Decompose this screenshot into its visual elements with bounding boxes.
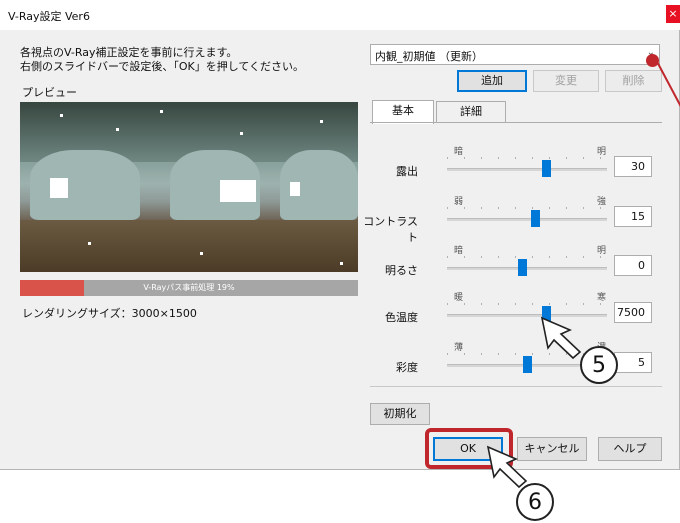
slider-thumb[interactable] — [523, 356, 532, 373]
tab-divider — [370, 122, 662, 123]
slider-label: コントラスト — [363, 215, 418, 244]
callout-step-5: 5 — [580, 346, 618, 384]
slider-label: 色温度 — [385, 311, 418, 324]
slider-thumb[interactable] — [531, 210, 540, 227]
preview-label: プレビュー — [22, 86, 77, 99]
preset-dropdown[interactable]: 内観_初期値 （更新） ⌄ — [370, 44, 660, 65]
preset-selected-value: 内観_初期値 （更新） — [375, 50, 483, 63]
slider-min-label: 弱 — [454, 197, 464, 207]
title-bar: V-Ray設定 Ver6 × — [0, 0, 680, 30]
slider-max-label: 寒 — [597, 293, 607, 303]
slider-min-label: 暗 — [454, 147, 464, 157]
slider-value-field[interactable]: 15 — [614, 206, 652, 227]
add-preset-button[interactable]: 追加 — [457, 70, 527, 92]
change-preset-button[interactable]: 変更 — [533, 70, 599, 92]
slider-value-field[interactable]: 7500 — [614, 302, 652, 323]
slider-ticks — [447, 303, 607, 305]
slider-ticks — [447, 207, 607, 209]
reset-button[interactable]: 初期化 — [370, 403, 430, 425]
slider-min-label: 暗 — [454, 246, 464, 256]
slider-thumb[interactable] — [518, 259, 528, 276]
slider-min-label: 薄 — [454, 343, 464, 353]
callout-step-6: 6 — [516, 483, 554, 521]
slider-value-field[interactable]: 5 — [614, 352, 652, 373]
slider-min-label: 暖 — [454, 293, 464, 303]
window-title: V-Ray設定 Ver6 — [8, 10, 90, 23]
slider-ticks — [447, 256, 607, 258]
tab-basic[interactable]: 基本 — [372, 100, 434, 124]
render-progress-bar: V-Rayパス事前処理 19% — [20, 280, 358, 296]
slider-max-label: 明 — [597, 246, 607, 256]
help-button[interactable]: ヘルプ — [598, 437, 662, 461]
hint-line-2: 右側のスライドバーで設定後、「OK」を押してください。 — [20, 60, 305, 73]
vray-settings-dialog: V-Ray設定 Ver6 × 各視点のV-Ray補正設定を事前に行えます。 右側… — [0, 0, 680, 470]
close-button[interactable]: × — [666, 5, 680, 23]
slider-ticks — [447, 157, 607, 159]
slider-max-label: 強 — [597, 197, 607, 207]
delete-preset-button[interactable]: 削除 — [605, 70, 662, 92]
slider-thumb[interactable] — [542, 160, 552, 177]
panorama-preview-image — [20, 102, 358, 272]
slider-label: 明るさ — [385, 264, 418, 277]
progress-text: V-Rayパス事前処理 19% — [143, 283, 235, 292]
slider-label: 露出 — [396, 165, 418, 178]
slider-track[interactable] — [447, 168, 607, 171]
slider-track[interactable] — [447, 218, 607, 221]
slider-value-field[interactable]: 0 — [614, 255, 652, 276]
slider-max-label: 明 — [597, 147, 607, 157]
slider-label: 彩度 — [396, 361, 418, 374]
tab-detail[interactable]: 詳細 — [436, 101, 506, 123]
slider-value-field[interactable]: 30 — [614, 156, 652, 177]
render-size-label: レンダリングサイズ：3000×1500 — [22, 307, 197, 320]
separator — [370, 386, 662, 387]
